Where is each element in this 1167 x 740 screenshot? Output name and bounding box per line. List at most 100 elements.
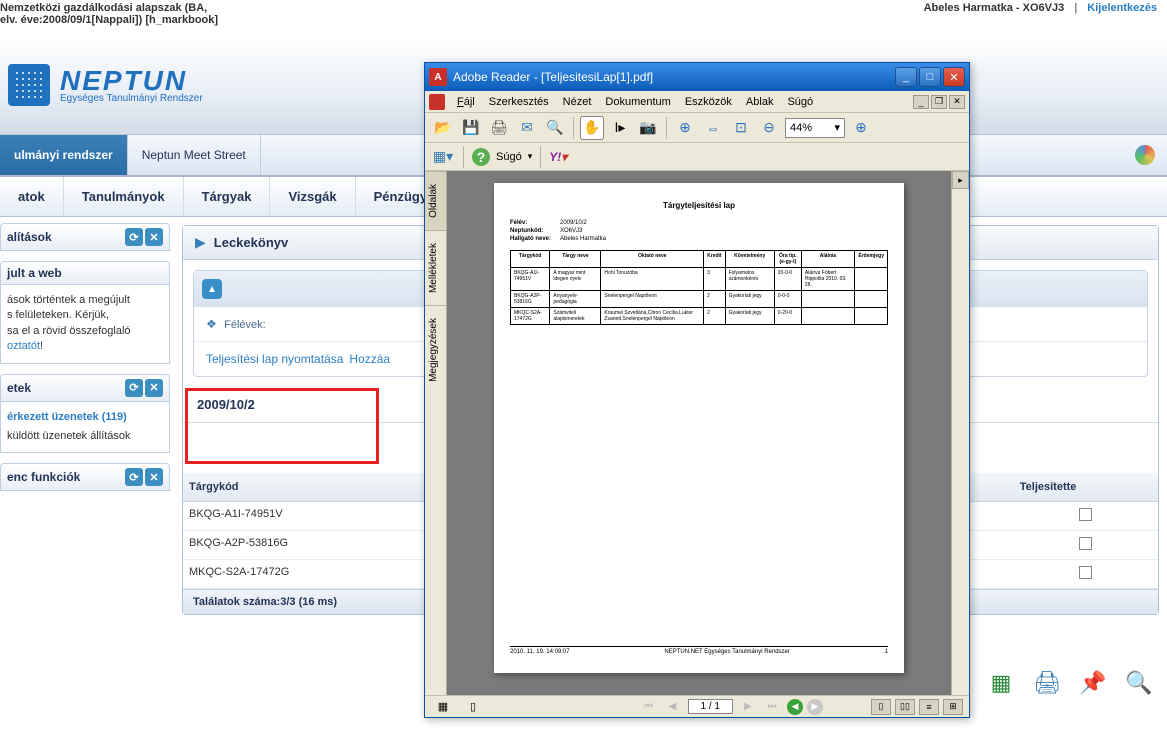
- first-page-icon[interactable]: ⏮: [640, 699, 658, 715]
- prev-page-icon[interactable]: ◀: [664, 699, 682, 715]
- yahoo-icon[interactable]: Y!▾: [549, 150, 567, 164]
- page-single-icon[interactable]: ▯: [461, 695, 485, 719]
- col-completed[interactable]: Teljesítette: [1014, 473, 1158, 502]
- pdf-viewer[interactable]: Tárgyteljesítési lap Félév:2009/10/2 Nep…: [447, 171, 951, 695]
- zoom-field[interactable]: 44%▾: [785, 118, 845, 138]
- page-layout-icon[interactable]: ▦: [431, 695, 455, 719]
- back-nav-icon[interactable]: ◀: [787, 699, 803, 715]
- excel-icon[interactable]: ▦: [985, 667, 1017, 699]
- nav-studies[interactable]: Tanulmányok: [64, 177, 184, 216]
- inbox-link[interactable]: érkezett üzenetek (119): [7, 410, 163, 425]
- maximize-button[interactable]: □: [919, 67, 941, 87]
- menu-edit[interactable]: Szerkesztés: [483, 94, 555, 110]
- add-link[interactable]: Hozzáa: [349, 352, 390, 366]
- checkbox[interactable]: [1079, 566, 1092, 579]
- panel-favorites-title: enc funkciók: [7, 470, 80, 484]
- close-button[interactable]: ✕: [943, 67, 965, 87]
- logout-link[interactable]: Kijelentkezés: [1087, 2, 1157, 14]
- close-icon[interactable]: ✕: [145, 228, 163, 246]
- adobe-icon: A: [429, 68, 447, 86]
- dcol-4: Kredit: [704, 251, 725, 268]
- snapshot-icon[interactable]: 📷: [636, 116, 660, 140]
- pdf-page: Tárgyteljesítési lap Félév:2009/10/2 Nep…: [494, 183, 904, 673]
- organize-icon[interactable]: ▦▾: [431, 145, 455, 169]
- gradebook-title: Leckekönyv: [214, 235, 288, 250]
- refresh-icon[interactable]: ⟳: [125, 379, 143, 397]
- view-mode-icon-3[interactable]: ≡: [919, 699, 939, 715]
- save-icon[interactable]: 💾: [459, 116, 483, 140]
- print-icon[interactable]: 🖨: [487, 116, 511, 140]
- msg-settings-link[interactable]: állítások: [90, 430, 130, 442]
- tab-studies-system[interactable]: ulmányi rendszer: [0, 135, 128, 175]
- scroll-right-icon[interactable]: ▸: [952, 171, 969, 189]
- checkbox[interactable]: [1079, 508, 1092, 521]
- pdf-menubar: FFájlájl Szerkesztés Nézet Dokumentum Es…: [425, 91, 969, 113]
- meta-student-label: Hallgató neve:: [510, 236, 560, 242]
- adobe-icon-small: [429, 94, 445, 110]
- forward-nav-icon[interactable]: ▶: [807, 699, 823, 715]
- pdf-body: Oldalak Mellékletek Megjegyzések Tárgyte…: [425, 171, 969, 695]
- menu-help[interactable]: Súgó: [781, 94, 819, 110]
- last-page-icon[interactable]: ⏭: [763, 699, 781, 715]
- select-tool-icon[interactable]: I▸: [608, 116, 632, 140]
- meta-code-label: Neptunkód:: [510, 228, 560, 234]
- page-number-field[interactable]: 1 / 1: [688, 699, 733, 714]
- zoom-in-icon[interactable]: ⊕: [673, 116, 697, 140]
- sidetab-comments[interactable]: Megjegyzések: [425, 305, 446, 394]
- doc-close-button[interactable]: ✕: [949, 95, 965, 109]
- close-icon[interactable]: ✕: [145, 468, 163, 486]
- close-icon[interactable]: ✕: [145, 379, 163, 397]
- footer-pageno: 1: [885, 649, 888, 655]
- hand-tool-icon[interactable]: ✋: [580, 116, 604, 140]
- nav-exams[interactable]: Vizsgák: [270, 177, 355, 216]
- doc-minimize-button[interactable]: _: [913, 95, 929, 109]
- dcol-6: Óra típ. (e-gy-l): [774, 251, 801, 268]
- search-icon[interactable]: 🔍: [1123, 667, 1155, 699]
- pin-icon[interactable]: 📌: [1077, 667, 1109, 699]
- panel-settings: alítások ⟳ ✕: [0, 223, 170, 251]
- news-excl: !: [40, 340, 43, 352]
- search-icon[interactable]: 🔍: [543, 116, 567, 140]
- next-page-icon[interactable]: ▶: [739, 699, 757, 715]
- view-mode-icon-2[interactable]: ▯▯: [895, 699, 915, 715]
- dcol-2: Tárgy neve: [550, 251, 601, 268]
- tab-meet-street[interactable]: Neptun Meet Street: [128, 135, 261, 175]
- menu-file[interactable]: FFájlájl: [451, 94, 481, 110]
- nav-atok[interactable]: atok: [0, 177, 64, 216]
- col-code[interactable]: Tárgykód: [183, 473, 419, 502]
- print-icon[interactable]: 🖨: [1031, 667, 1063, 699]
- zoom-in-btn-icon[interactable]: ⊕: [849, 116, 873, 140]
- news-line-3: sa el a rövid összefoglaló: [7, 324, 163, 339]
- sent-link[interactable]: küldött üzenetek: [7, 430, 87, 442]
- refresh-icon[interactable]: ⟳: [125, 228, 143, 246]
- menu-window[interactable]: Ablak: [740, 94, 780, 110]
- zoom-out-icon[interactable]: ⊖: [757, 116, 781, 140]
- mail-icon[interactable]: ✉: [515, 116, 539, 140]
- doc-restore-button[interactable]: ❐: [931, 95, 947, 109]
- color-theme-icon[interactable]: [1135, 145, 1155, 165]
- news-link[interactable]: oztatót: [7, 340, 40, 352]
- refresh-icon[interactable]: ⟳: [125, 468, 143, 486]
- nav-subjects[interactable]: Tárgyak: [184, 177, 271, 216]
- doc-title: Tárgyteljesítési lap: [510, 201, 888, 210]
- minimize-button[interactable]: _: [895, 67, 917, 87]
- fit-width-icon[interactable]: ⇔: [701, 116, 725, 140]
- help-icon[interactable]: ?: [472, 148, 490, 166]
- menu-document[interactable]: Dokumentum: [599, 94, 676, 110]
- menu-view[interactable]: Nézet: [557, 94, 598, 110]
- print-link[interactable]: Teljesítési lap nyomtatása: [206, 352, 343, 366]
- pdf-titlebar[interactable]: A Adobe Reader - [TeljesitesiLap[1].pdf]…: [425, 63, 969, 91]
- help-label[interactable]: Súgó: [496, 151, 522, 163]
- sidetab-attachments[interactable]: Mellékletek: [425, 230, 446, 305]
- logo-text: NEPTUN Egységes Tanulmányi Rendszer: [60, 65, 203, 104]
- open-icon[interactable]: 📂: [431, 116, 455, 140]
- fit-page-icon[interactable]: ⊡: [729, 116, 753, 140]
- collapse-icon[interactable]: ▲: [202, 279, 222, 299]
- sidetab-pages[interactable]: Oldalak: [425, 171, 446, 230]
- view-mode-icon-4[interactable]: ⊞: [943, 699, 963, 715]
- pdf-scrollbar[interactable]: ▸: [951, 171, 969, 695]
- menu-tools[interactable]: Eszközök: [679, 94, 738, 110]
- checkbox[interactable]: [1079, 537, 1092, 550]
- view-mode-icon-1[interactable]: ▯: [871, 699, 891, 715]
- cell-code: BKQG-A1I-74951V: [183, 502, 419, 531]
